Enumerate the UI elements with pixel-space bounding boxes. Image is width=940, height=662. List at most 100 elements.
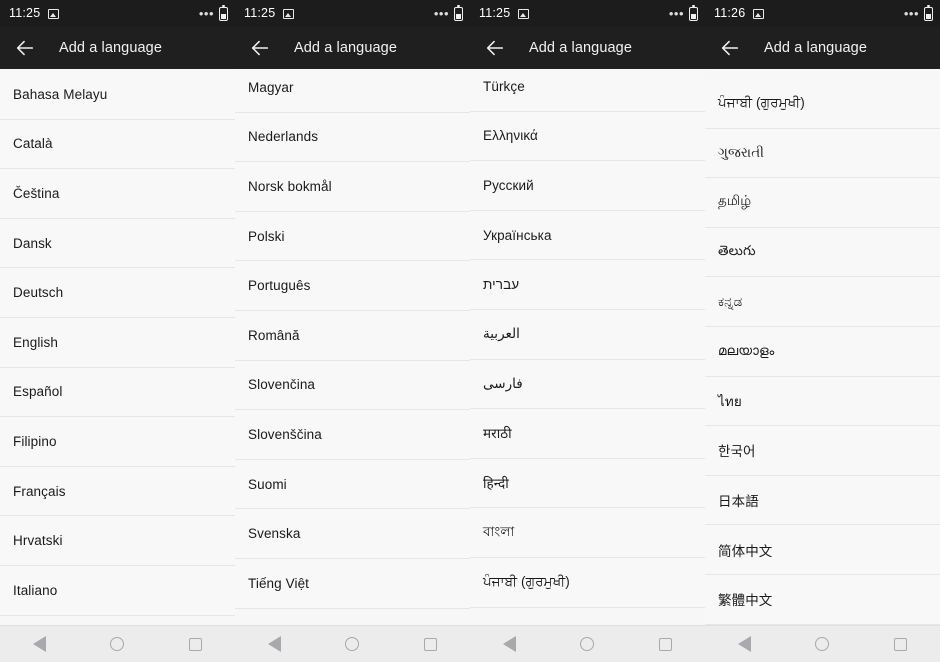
list-item[interactable]: ਪੰਜਾਬੀ (ਗੁਰਮੁਖੀ) (705, 79, 940, 129)
list-item[interactable]: Türkçe (470, 69, 705, 112)
language-name: తెలుగు (718, 242, 756, 258)
language-name: Suomi (248, 476, 287, 492)
recents-button[interactable] (178, 626, 214, 662)
list-item[interactable]: العربية (470, 309, 705, 360)
back-button[interactable] (491, 626, 527, 662)
language-name: Čeština (13, 185, 60, 201)
language-name: Español (13, 384, 63, 400)
list-item[interactable]: தமிழ் (705, 178, 940, 228)
battery-icon (689, 4, 698, 21)
phone-screen-1: 11:25 ••• Add a language Bahasa Melayu Catal… (0, 0, 235, 662)
language-list[interactable]: ਪੰਜਾਬੀ (ਗੁਰਮੁਖੀ) ગુજરાતી தமிழ் తెలుగు ಕನ್ನಡ മ… (705, 69, 940, 625)
list-item[interactable]: Slovenščina (235, 410, 470, 460)
back-arrow-icon[interactable] (14, 37, 36, 59)
back-arrow-icon[interactable] (719, 37, 741, 59)
language-list[interactable]: Magyar Nederlands Norsk bokmål Polski Portug… (235, 69, 470, 625)
list-item[interactable]: Čeština (0, 169, 235, 219)
app-bar-title: Add a language (764, 40, 867, 56)
phone-screen-4: 11:26 ••• Add a language ਪੰਜਾਬੀ (ਗੁਰਮੁਖੀ) ગુ… (705, 0, 940, 662)
battery-icon (454, 4, 463, 21)
list-item[interactable]: Français (0, 466, 235, 517)
list-item[interactable]: English (0, 317, 235, 368)
home-button[interactable] (804, 626, 840, 662)
phone-screen-2: 11:25 ••• Add a language Magyar Nederlands No… (235, 0, 470, 662)
home-button[interactable] (99, 626, 135, 662)
status-bar-right-icons: ••• (668, 4, 698, 21)
list-item[interactable]: 繁體中文 (705, 574, 940, 625)
status-bar-time: 11:25 (479, 6, 511, 21)
more-dots-icon: ••• (668, 5, 684, 21)
list-item[interactable]: Ελληνικά (470, 111, 705, 162)
list-item[interactable]: Русский (470, 161, 705, 211)
list-item[interactable]: Català (0, 119, 235, 170)
recents-button[interactable] (883, 626, 919, 662)
list-item[interactable]: Hrvatski (0, 516, 235, 566)
language-name: Русский (483, 177, 534, 193)
home-button[interactable] (569, 626, 605, 662)
app-bar: Add a language (0, 27, 235, 69)
back-button[interactable] (256, 626, 292, 662)
language-name: العربية (483, 326, 520, 342)
list-item[interactable]: Dansk (0, 218, 235, 269)
list-item[interactable]: Svenska (235, 509, 470, 559)
list-item[interactable]: Deutsch (0, 268, 235, 318)
list-item[interactable]: Bahasa Melayu (0, 70, 235, 120)
image-icon (283, 8, 295, 19)
list-item[interactable]: Suomi (235, 459, 470, 510)
more-dots-icon: ••• (198, 5, 214, 21)
list-item[interactable]: తెలుగు (705, 227, 940, 278)
list-item[interactable]: 简体中文 (705, 525, 940, 575)
list-item[interactable]: עברית (470, 260, 705, 310)
battery-icon (219, 4, 228, 21)
back-arrow-icon[interactable] (484, 37, 506, 59)
list-item[interactable]: বাংলা (470, 508, 705, 558)
list-item[interactable]: Română (235, 310, 470, 361)
list-item[interactable]: Norsk bokmål (235, 162, 470, 212)
list-item[interactable]: فارسی (470, 359, 705, 410)
status-bar: 11:26 ••• (705, 0, 940, 27)
nav-back-icon (502, 636, 516, 652)
list-item[interactable]: ಕನ್ನಡ (705, 277, 940, 327)
list-item[interactable]: Tiếng Việt (235, 558, 470, 609)
list-item[interactable]: Magyar (235, 69, 470, 113)
list-item[interactable]: Nederlands (235, 112, 470, 163)
list-item[interactable]: मराठी (470, 409, 705, 459)
system-navigation-bar (470, 625, 705, 662)
system-navigation-bar (235, 625, 470, 662)
list-item[interactable]: Filipino (0, 417, 235, 467)
system-navigation-bar (0, 625, 235, 662)
home-button[interactable] (334, 626, 370, 662)
back-button[interactable] (726, 626, 762, 662)
list-item[interactable]: Português (235, 261, 470, 311)
list-item[interactable]: Українська (470, 210, 705, 261)
language-name: Català (13, 136, 53, 152)
list-item[interactable]: ਪੰਜਾਬੀ (ਗੁਰਮੁਖੀ) (470, 557, 705, 608)
language-name: मराठी (483, 426, 512, 442)
list-item[interactable]: Slovenčina (235, 360, 470, 411)
list-item[interactable]: ગુજરાતી (705, 128, 940, 179)
phone-screen-3: 11:25 ••• Add a language Türkçe Ελληνικά Русс… (470, 0, 705, 662)
list-item[interactable]: മലയാളം (705, 326, 940, 377)
back-arrow-icon[interactable] (249, 37, 271, 59)
list-item[interactable]: Italiano (0, 565, 235, 616)
list-item[interactable]: 日本語 (705, 475, 940, 526)
back-button[interactable] (21, 626, 57, 662)
language-name: Polski (248, 228, 285, 244)
language-name: Svenska (248, 526, 301, 542)
list-item[interactable]: 한국어 (705, 426, 940, 476)
language-name: Slovenščina (248, 426, 322, 442)
language-name: Ελληνικά (483, 128, 538, 144)
list-item[interactable]: Polski (235, 211, 470, 262)
language-name: ਪੰਜਾਬੀ (ਗੁਰਮੁਖੀ) (483, 574, 570, 590)
status-bar-time: 11:25 (244, 6, 276, 21)
image-icon (753, 8, 765, 19)
list-item[interactable]: ไทย (705, 376, 940, 427)
recents-button[interactable] (413, 626, 449, 662)
list-item[interactable]: Español (0, 367, 235, 418)
language-list[interactable]: Bahasa Melayu Català Čeština Dansk Deutsch En… (0, 69, 235, 625)
list-item[interactable]: हिन्दी (470, 458, 705, 509)
app-bar-title: Add a language (529, 40, 632, 56)
language-name: Slovenčina (248, 377, 316, 393)
language-list[interactable]: Türkçe Ελληνικά Русский Українська עברית العر… (470, 69, 705, 625)
recents-button[interactable] (648, 626, 684, 662)
